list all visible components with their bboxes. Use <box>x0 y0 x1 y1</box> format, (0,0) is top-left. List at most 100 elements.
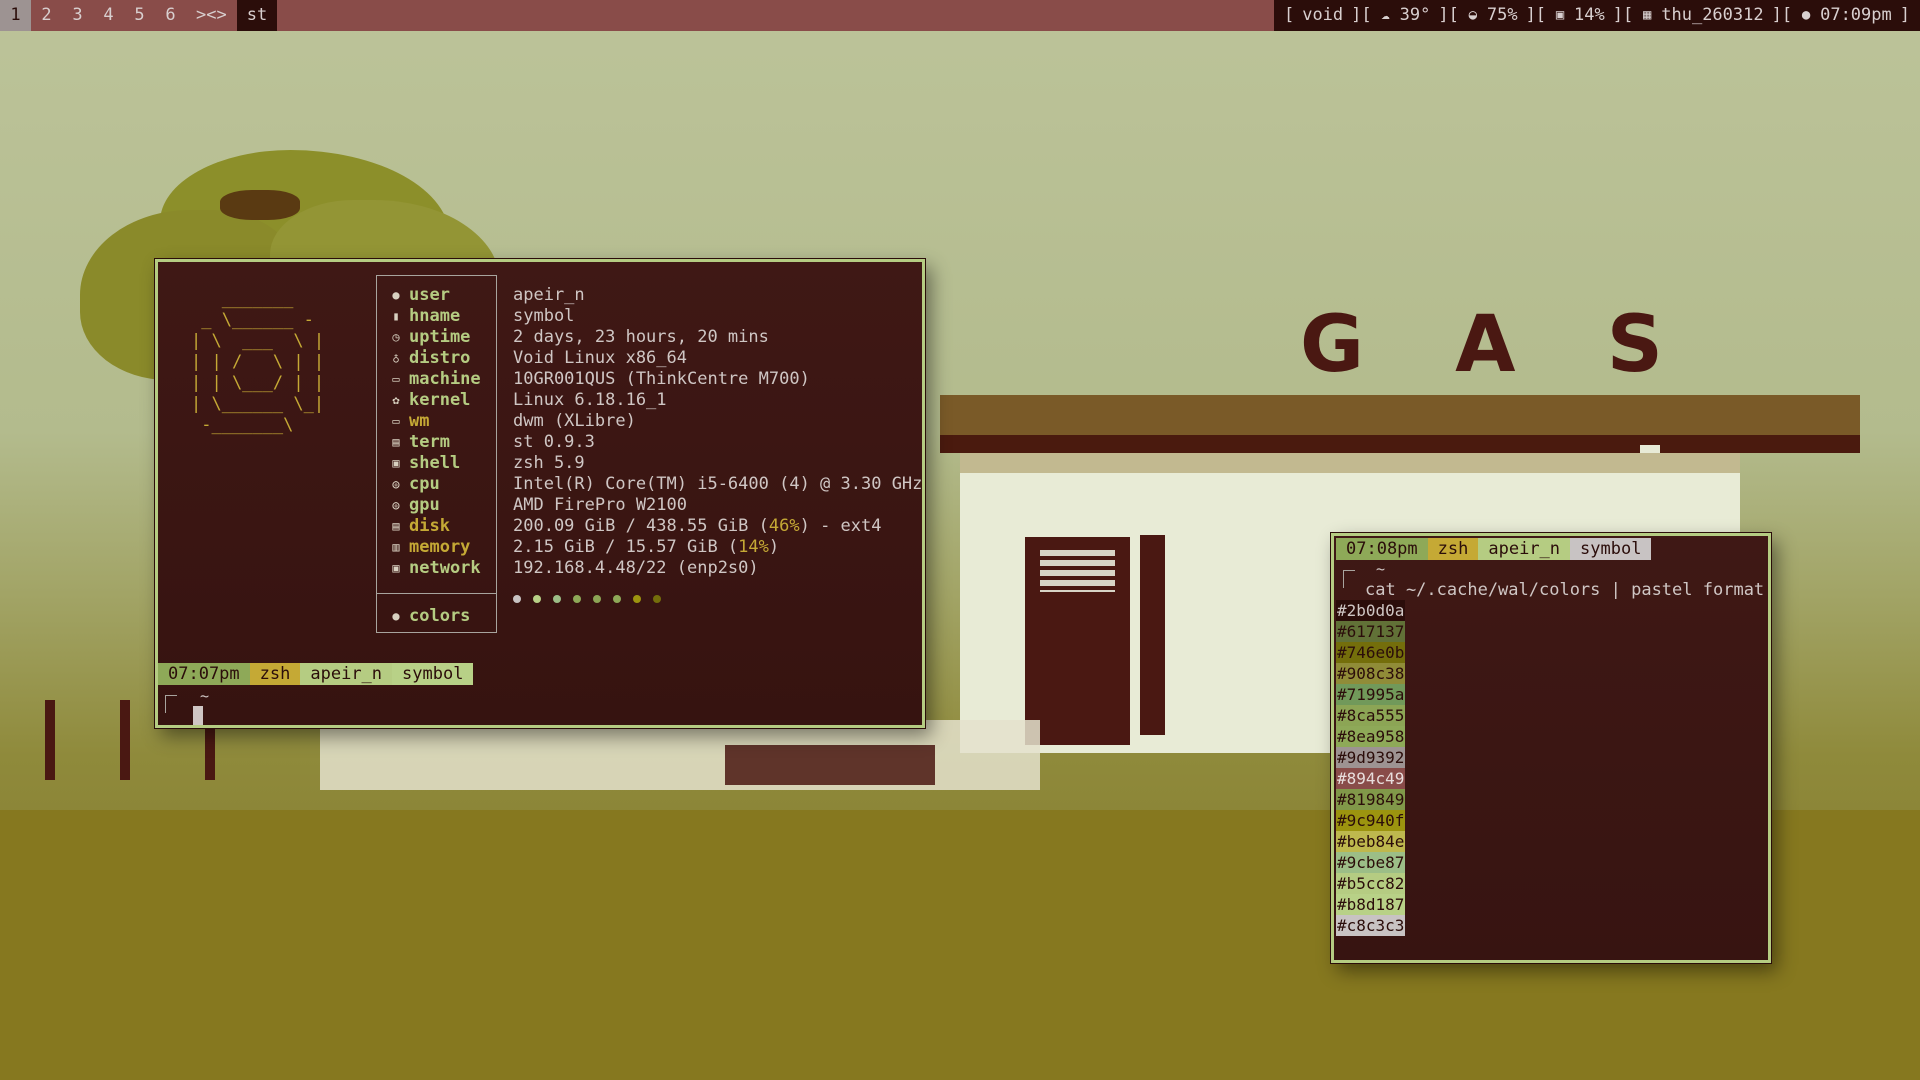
fetch-value-kernel: Linux 6.18.16_1 <box>513 390 667 410</box>
color-dot <box>633 595 641 603</box>
color-dot <box>573 595 581 603</box>
color-swatch: #8ea958 <box>1336 726 1406 747</box>
fetch-key-label: memory <box>409 537 471 557</box>
color-swatch: #617137 <box>1336 621 1406 642</box>
prompt-shell: zsh <box>249 663 301 685</box>
memory-icon: ▥ <box>392 540 400 554</box>
command-line: cat ~/.cache/wal/colors | pastel format <box>1365 580 1765 600</box>
status-disk: 14% <box>1574 5 1605 25</box>
color-swatch: #c8c3c3 <box>1336 915 1406 936</box>
status-temperature: 39° <box>1399 5 1431 25</box>
color-swatch: #746e0b <box>1336 642 1406 663</box>
fetch-value-gpu: AMD FirePro W2100 <box>513 495 687 515</box>
shell-prompt: 07:07pm zsh apeir_n symbol <box>158 663 474 685</box>
fetch-value-shell: zsh 5.9 <box>513 453 585 473</box>
cloud-sun-icon: ☁ <box>1381 7 1390 23</box>
color-dot <box>593 595 601 603</box>
color-dot <box>653 595 661 603</box>
color-swatch: #908c38 <box>1336 663 1406 684</box>
chip-icon: ◎ <box>392 477 400 491</box>
workspace-tag-4[interactable]: 4 <box>93 0 124 31</box>
color-swatch: #9cbe87 <box>1336 852 1406 873</box>
color-swatch: #8ca555 <box>1336 705 1406 726</box>
fetch-key-kernel: ✿ kernel <box>389 390 470 411</box>
fetch-key-machine: ▭ machine <box>389 369 480 390</box>
prompt-user: apeir_n <box>1478 538 1571 560</box>
user-icon: ● <box>392 288 400 302</box>
fetch-key-hname: ▮ hname <box>389 306 460 327</box>
prompt-time: 07:08pm <box>1336 538 1428 560</box>
status-host: void <box>1302 5 1344 25</box>
prompt-host: symbol <box>1570 538 1652 560</box>
color-swatch: #819849 <box>1336 789 1406 810</box>
text-cursor[interactable] <box>193 706 203 725</box>
shell-icon: ▣ <box>392 456 400 470</box>
window-title: st <box>236 0 278 31</box>
status-date: thu_260312 <box>1661 5 1764 25</box>
key-divider <box>377 593 496 594</box>
color-swatch: #71995a <box>1336 684 1406 705</box>
laptop-icon: ▭ <box>392 372 400 386</box>
fetch-key-label: shell <box>409 453 461 473</box>
prompt-shell: zsh <box>1427 538 1479 560</box>
save-icon: ▣ <box>1555 7 1565 23</box>
fetch-key-user: ● user <box>389 285 450 306</box>
fetch-value-network: 192.168.4.48/22 (enp2s0) <box>513 558 759 578</box>
status-separator: ][ <box>1438 5 1459 25</box>
layout-indicator[interactable]: ><> <box>186 0 237 31</box>
disk-icon: ▤ <box>392 519 400 533</box>
fetch-key-distro: ♁ distro <box>389 348 470 369</box>
fetch-key-memory: ▥ memory <box>389 537 470 558</box>
gauge-icon: ◒ <box>1468 7 1478 23</box>
disk-percent: 46% <box>768 516 800 536</box>
memory-percent: 14% <box>738 537 769 557</box>
terminal-window-colors[interactable]: 07:08pm zsh apeir_n symbol ~ cat ~/.cach… <box>1331 533 1771 963</box>
prompt-dir: ~ <box>200 687 210 705</box>
fetch-value-distro: Void Linux x86_64 <box>513 348 687 368</box>
fetch-key-label: colors <box>409 606 471 626</box>
status-time: 07:09pm <box>1820 5 1892 25</box>
fetch-key-network: ▣ network <box>389 558 480 579</box>
fetch-value-disk: 200.09 GiB / 438.55 GiB (46%) - ext4 <box>513 516 881 537</box>
fetch-value-machine: 10GR001QUS (ThinkCentre M700) <box>513 369 810 389</box>
workspace-tag-3[interactable]: 3 <box>62 0 93 31</box>
color-swatch: #894c49 <box>1336 768 1406 789</box>
fetch-key-gpu: ◎ gpu <box>389 495 440 516</box>
clock-icon: ● <box>1801 7 1811 23</box>
fetch-key-shell: ▣ shell <box>389 453 460 474</box>
color-swatch: #9c940f <box>1336 810 1406 831</box>
fetch-value-memory: 2.15 GiB / 15.57 GiB (14%) <box>513 537 779 558</box>
fetch-key-label: term <box>409 432 450 452</box>
color-swatch: #b5cc82 <box>1336 873 1406 894</box>
prompt-user: apeir_n <box>300 663 393 685</box>
fetch-key-box: ● user ▮ hname ◷ uptime ♁ distro ▭ machine ✿ kernel… <box>376 275 497 633</box>
status-bar: 1 2 3 4 5 6 ><> st [ void ][ ☁ 39° ][ ◒ … <box>0 0 1920 31</box>
workspace-tag-6[interactable]: 6 <box>155 0 186 31</box>
prompt-corner <box>1343 570 1355 588</box>
color-swatch: #beb84e <box>1336 831 1406 852</box>
network-icon: ▣ <box>392 561 400 575</box>
color-swatch: #9d9392 <box>1336 747 1406 768</box>
terminal-window-fetch[interactable]: _______ _ \______ - | \ ___ \ | | | / \ … <box>155 259 925 728</box>
calendar-icon: ▦ <box>1643 7 1652 23</box>
fetch-key-label: gpu <box>409 495 440 515</box>
color-dot <box>613 595 621 603</box>
status-open-bracket: [ <box>1283 5 1295 25</box>
workspace-tag-5[interactable]: 5 <box>124 0 155 31</box>
memory-close-text: ) <box>768 537 780 557</box>
status-close-bracket: ] <box>1899 5 1910 25</box>
color-swatch: #2b0d0a <box>1336 600 1406 621</box>
workspace-tag-1[interactable]: 1 <box>0 0 31 31</box>
chip-icon: ◎ <box>392 498 400 512</box>
color-dot <box>513 595 521 603</box>
disk-usage-text: 200.09 GiB / 438.55 GiB ( <box>513 516 769 536</box>
fetch-key-disk: ▤ disk <box>389 516 450 537</box>
workspace-tag-2[interactable]: 2 <box>31 0 62 31</box>
color-dot <box>533 595 541 603</box>
fetch-value-term: st 0.9.3 <box>513 432 595 452</box>
prompt-time: 07:07pm <box>158 663 250 685</box>
fetch-key-label: user <box>409 285 450 305</box>
fetch-key-colors: ● colors <box>389 606 470 627</box>
status-blocks: [ void ][ ☁ 39° ][ ◒ 75% ][ ▣ 14% ][ ▦ t… <box>1274 0 1920 31</box>
status-separator: ][ <box>1612 5 1634 25</box>
